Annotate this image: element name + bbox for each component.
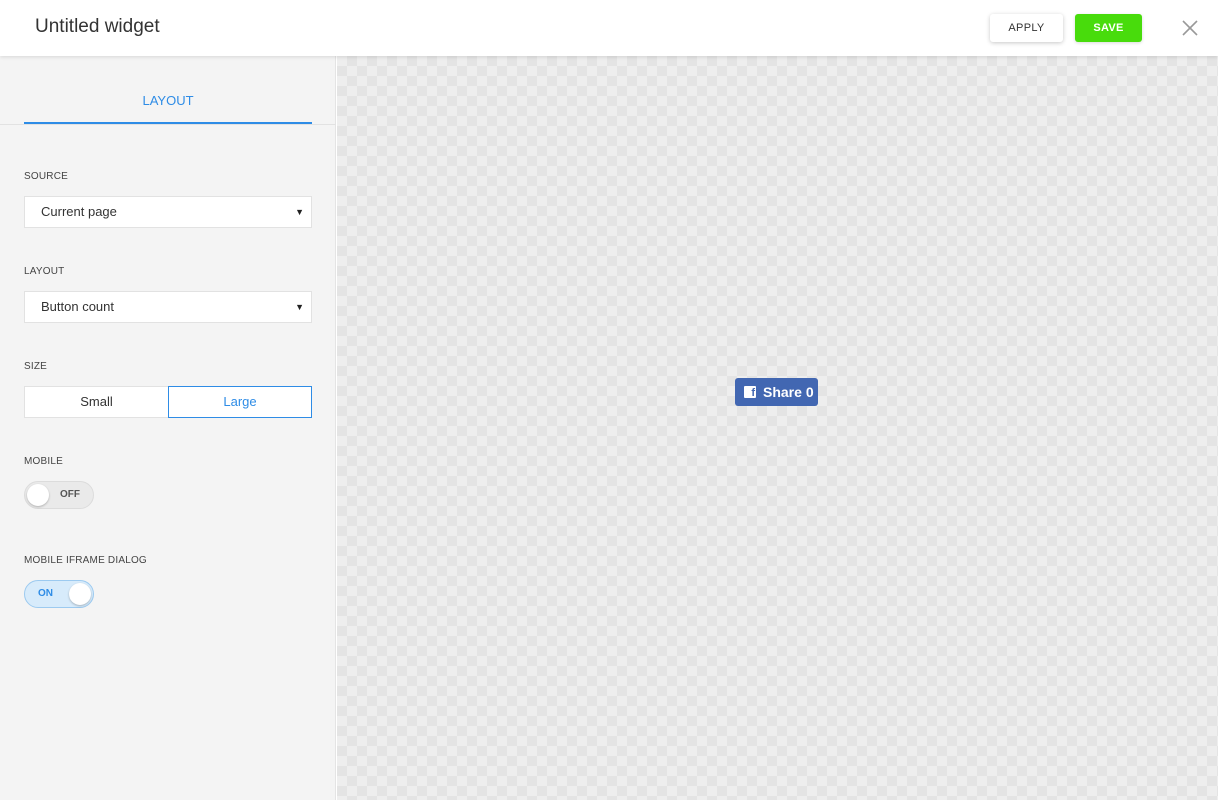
size-large-option[interactable]: Large (168, 386, 312, 418)
mobile-iframe-dialog-toggle-state: ON (38, 588, 53, 599)
dropdown-arrow-icon: ▼ (295, 207, 304, 217)
source-label: SOURCE (24, 171, 68, 182)
tab-bar: LAYOUT (0, 56, 336, 125)
mobile-toggle[interactable]: OFF (24, 481, 94, 509)
mobile-iframe-dialog-label: MOBILE IFRAME DIALOG (24, 555, 147, 566)
size-small-option[interactable]: Small (24, 386, 168, 418)
save-button[interactable]: SAVE (1075, 14, 1142, 42)
tab-layout[interactable]: LAYOUT (24, 56, 312, 124)
facebook-icon: f (744, 386, 756, 399)
facebook-share-button[interactable]: f Share 0 (735, 378, 818, 406)
apply-button[interactable]: APPLY (990, 14, 1063, 42)
top-bar: Untitled widget APPLY SAVE (0, 0, 1218, 56)
widget-preview-area: f Share 0 (337, 56, 1218, 800)
layout-select[interactable]: Button count ▼ (24, 291, 312, 323)
size-label: SIZE (24, 361, 48, 372)
layout-label: LAYOUT (24, 266, 65, 277)
close-icon[interactable] (1180, 18, 1200, 38)
size-segmented-control: Small Large (24, 386, 312, 418)
share-button-text: Share 0 (763, 384, 814, 400)
share-label: Share (763, 384, 802, 400)
toggle-knob (69, 583, 91, 605)
mobile-iframe-dialog-toggle[interactable]: ON (24, 580, 94, 608)
mobile-toggle-state: OFF (60, 489, 80, 500)
mobile-label: MOBILE (24, 456, 63, 467)
dropdown-arrow-icon: ▼ (295, 302, 304, 312)
layout-select-value: Button count (41, 299, 114, 314)
share-count: 0 (805, 384, 814, 400)
source-select-value: Current page (41, 204, 117, 219)
widget-title[interactable]: Untitled widget (35, 16, 160, 38)
source-select[interactable]: Current page ▼ (24, 196, 312, 228)
toggle-knob (27, 484, 49, 506)
settings-sidebar: LAYOUT SOURCE Current page ▼ LAYOUT Butt… (0, 56, 336, 800)
